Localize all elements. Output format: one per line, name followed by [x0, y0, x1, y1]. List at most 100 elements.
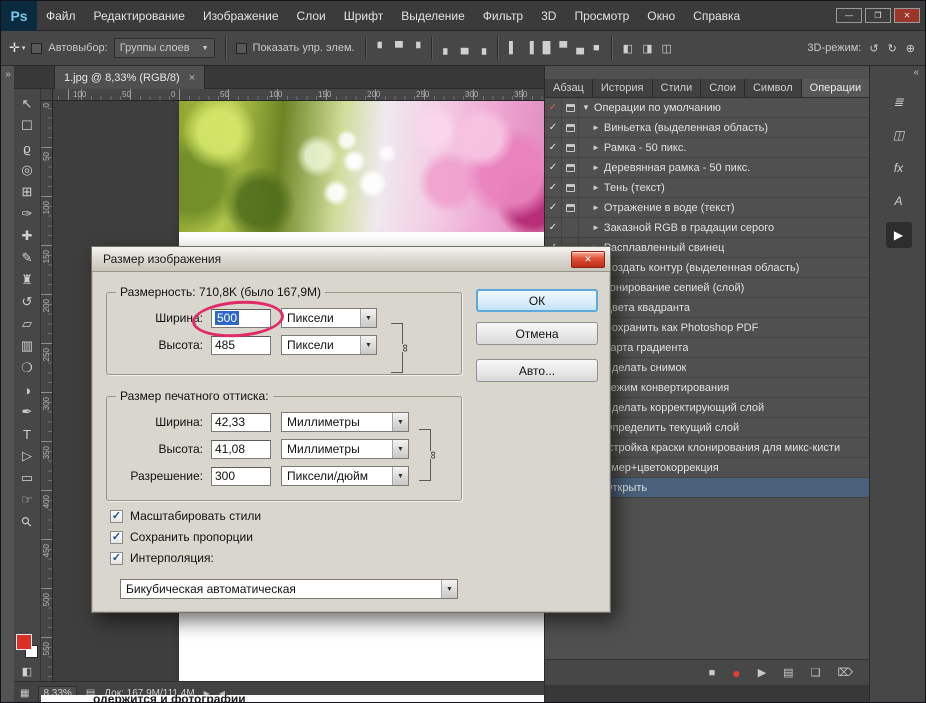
resample-image-checkbox[interactable]: ✓ Интерполяция: — [110, 551, 261, 565]
hand-tool[interactable]: ☞ — [15, 489, 40, 511]
pen-tool[interactable]: ✒ — [15, 401, 40, 423]
stop-icon[interactable]: ■ — [709, 667, 716, 679]
tab-layers[interactable]: Слои — [701, 79, 745, 97]
arrange-icons[interactable]: ◫ — [659, 42, 673, 55]
show-transform-controls-checkbox[interactable] — [235, 42, 247, 54]
distribute-icons[interactable]: ▀ — [557, 42, 569, 54]
blur-tool[interactable]: ❍ — [15, 357, 40, 379]
record-icon[interactable]: ● — [732, 665, 740, 681]
action-row[interactable]: ✓ ► Заказной RGB в градации серого — [545, 218, 869, 238]
action-check-toggle[interactable]: ✓ — [545, 198, 562, 217]
resample-method-select[interactable]: Бикубическая автоматическая ▼ — [120, 579, 458, 599]
width-input[interactable]: 500 — [211, 308, 271, 328]
menu-item[interactable]: Редактирование — [85, 1, 194, 31]
action-row[interactable]: ✓ ► Деревянная рамка - 50 пикс. — [545, 158, 869, 178]
action-check-toggle[interactable]: ✓ — [545, 98, 562, 117]
cancel-button[interactable]: Отмена — [476, 322, 598, 345]
menu-item[interactable]: Справка — [684, 1, 749, 31]
distribute-icons[interactable]: ▄ — [574, 42, 586, 54]
delete-icon[interactable]: ⌦ — [837, 666, 853, 679]
type-tool[interactable]: T — [15, 423, 40, 445]
3d-pan-icon[interactable]: ⊕ — [904, 42, 917, 55]
triangle-icon[interactable]: ► — [592, 163, 600, 172]
history-panel-icon[interactable]: ≣ — [887, 90, 911, 114]
new-set-folder-icon[interactable]: ▤ — [783, 666, 793, 679]
lasso-tool[interactable]: ϱ — [15, 137, 40, 159]
3d-orbit-icon[interactable]: ↺ — [867, 42, 880, 55]
collapse-panel-icon[interactable]: ▶ — [885, 222, 912, 248]
close-tab-icon[interactable]: × — [189, 72, 195, 84]
action-dialog-toggle[interactable] — [562, 138, 579, 157]
action-dialog-toggle[interactable] — [562, 198, 579, 217]
distribute-icons[interactable]: █ — [541, 42, 553, 54]
color-swatches[interactable] — [16, 634, 38, 658]
action-row[interactable]: ✓ ▼ Операции по умолчанию — [545, 98, 869, 118]
path-selection-tool[interactable]: ▷ — [15, 445, 40, 467]
print-width-unit-select[interactable]: Миллиметры ▼ — [281, 412, 409, 432]
triangle-icon[interactable]: ► — [592, 223, 600, 232]
action-dialog-toggle[interactable] — [562, 218, 579, 237]
print-width-input[interactable]: 42,33 — [211, 412, 271, 432]
action-row[interactable]: ✓ ► Рамка - 50 пикс. — [545, 138, 869, 158]
action-dialog-toggle[interactable] — [562, 118, 579, 137]
brush-tool[interactable]: ✎ — [15, 247, 40, 269]
action-row[interactable]: ✓ ► Тень (текст) — [545, 178, 869, 198]
menu-item[interactable]: Окно — [638, 1, 684, 31]
gradient-tool[interactable]: ▥ — [15, 335, 40, 357]
action-check-toggle[interactable]: ✓ — [545, 118, 562, 137]
resolution-unit-select[interactable]: Пиксели/дюйм ▼ — [281, 466, 409, 486]
menu-item[interactable]: 3D — [532, 1, 565, 31]
marquee-tool[interactable]: ☐ — [15, 115, 40, 137]
dialog-title-bar[interactable]: Размер изображения ✕ — [92, 247, 610, 272]
action-dialog-toggle[interactable] — [562, 178, 579, 197]
ok-button[interactable]: ОК — [476, 289, 598, 312]
menu-item[interactable]: Слои — [288, 1, 335, 31]
print-height-unit-select[interactable]: Миллиметры ▼ — [281, 439, 409, 459]
distribute-icons[interactable]: ▌ — [507, 42, 519, 54]
menu-item[interactable]: Фильтр — [474, 1, 532, 31]
dodge-tool[interactable]: ◑ — [15, 379, 40, 401]
move-tool[interactable]: ↖ — [15, 93, 40, 115]
scale-styles-checkbox[interactable]: ✓ Масштабировать стили — [110, 509, 261, 523]
collapse-toolbar-icon[interactable]: » — [2, 69, 14, 80]
action-row[interactable]: ✓ ► Виньетка (выделенная область) — [545, 118, 869, 138]
current-tool-icon[interactable]: ✛ ▾ — [9, 40, 25, 56]
menu-item[interactable]: Шрифт — [335, 1, 392, 31]
tab-styles[interactable]: Стили — [652, 79, 702, 97]
clone-stamp-tool[interactable]: ♜ — [15, 269, 40, 291]
shape-tool[interactable]: ▭ — [15, 467, 40, 489]
3d-roll-icon[interactable]: ↻ — [886, 42, 899, 55]
print-height-input[interactable]: 41,08 — [211, 439, 271, 459]
action-check-toggle[interactable]: ✓ — [545, 138, 562, 157]
close-button[interactable]: ✕ — [894, 8, 920, 23]
tab-actions[interactable]: Операции — [801, 79, 871, 97]
foreground-color-swatch[interactable] — [16, 634, 32, 650]
document-tab[interactable]: 1.jpg @ 8,33% (RGB/8) × — [54, 66, 206, 89]
history-brush-tool[interactable]: ↺ — [15, 291, 40, 313]
quick-selection-tool[interactable]: ◎ — [15, 159, 40, 181]
triangle-icon[interactable]: ► — [592, 183, 600, 192]
align-top-icons[interactable]: ▝ — [410, 42, 422, 55]
align-bottom-icons[interactable]: ▖ — [441, 42, 453, 55]
action-check-toggle[interactable]: ✓ — [545, 218, 562, 237]
action-dialog-toggle[interactable] — [562, 158, 579, 177]
autoselect-target-select[interactable]: Группы слоев ▼ — [113, 38, 215, 58]
distribute-icons[interactable]: ▐ — [524, 42, 536, 54]
align-top-icons[interactable]: ▀ — [393, 42, 405, 54]
resolution-input[interactable]: 300 — [211, 466, 271, 486]
autoselect-checkbox[interactable] — [31, 42, 43, 54]
arrange-icons[interactable]: ◧ — [621, 42, 635, 55]
constrain-proportions-checkbox[interactable]: ✓ Сохранить пропорции — [110, 530, 261, 544]
action-check-toggle[interactable]: ✓ — [545, 158, 562, 177]
minimize-button[interactable]: — — [836, 8, 862, 23]
eraser-tool[interactable]: ▱ — [15, 313, 40, 335]
align-bottom-icons[interactable]: ▄ — [459, 42, 471, 54]
tab-history[interactable]: История — [592, 79, 653, 97]
crop-tool[interactable]: ⊞ — [15, 181, 40, 203]
healing-brush-tool[interactable]: ✚ — [15, 225, 40, 247]
action-check-toggle[interactable]: ✓ — [545, 178, 562, 197]
character-panel-icon[interactable]: A — [887, 189, 911, 213]
styles-panel-icon[interactable]: fx — [887, 156, 911, 180]
distribute-icons[interactable]: ■ — [591, 42, 602, 54]
tab-character[interactable]: Символ — [744, 79, 802, 97]
